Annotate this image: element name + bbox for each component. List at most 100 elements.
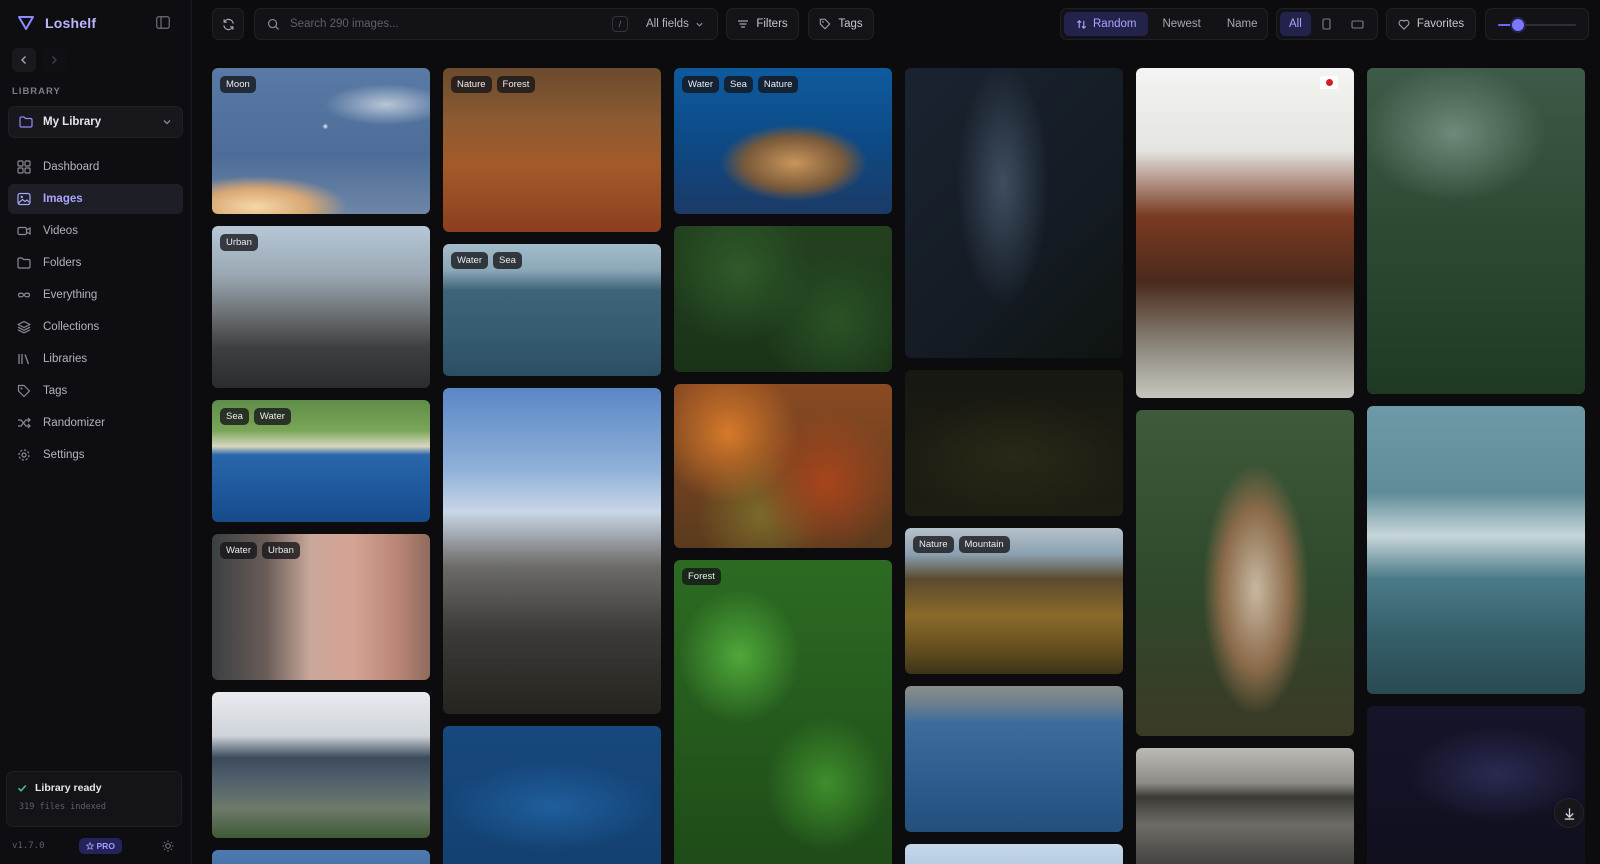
tag-chip[interactable]: Water: [220, 542, 257, 559]
sort-name[interactable]: Name: [1215, 12, 1270, 36]
main-area: / All fields Filters Tags Random Ne: [192, 0, 1600, 864]
orientation-landscape[interactable]: [1342, 12, 1373, 36]
tag-chip[interactable]: Sea: [220, 408, 249, 425]
check-icon: [17, 784, 27, 792]
sidebar-item-everything[interactable]: Everything: [8, 280, 183, 310]
image-tile[interactable]: Forest: [674, 560, 892, 864]
japan-flag-icon: [1320, 76, 1338, 89]
image-tile[interactable]: [905, 844, 1123, 864]
image-tile[interactable]: Urban: [212, 226, 430, 388]
image-tile[interactable]: Water Urban: [212, 534, 430, 680]
tag-icon: [17, 384, 31, 398]
tag-icon: [820, 18, 831, 30]
back-button[interactable]: [12, 48, 36, 72]
search-input[interactable]: [290, 18, 600, 30]
image-tile[interactable]: [1367, 706, 1585, 864]
tag-chip[interactable]: Mountain: [958, 536, 1010, 553]
filters-label: Filters: [756, 18, 788, 30]
tag-chip[interactable]: Urban: [220, 234, 258, 251]
sidebar-toggle-icon[interactable]: [156, 16, 172, 30]
sidebar-item-tags[interactable]: Tags: [8, 376, 183, 406]
library-select[interactable]: My Library: [8, 106, 183, 138]
sidebar-item-dashboard[interactable]: Dashboard: [8, 152, 183, 182]
sidebar-footer: v1.7.0 PRO: [12, 838, 176, 854]
tag-chip[interactable]: Moon: [220, 76, 256, 93]
tag-chip[interactable]: Sea: [492, 252, 522, 269]
tag-chip[interactable]: Nature: [451, 76, 492, 93]
image-tile[interactable]: [443, 726, 661, 864]
image-tile[interactable]: [1367, 68, 1585, 394]
image-tile[interactable]: Sea Water: [212, 400, 430, 522]
image-tile[interactable]: [1367, 406, 1585, 694]
sidebar-item-settings[interactable]: Settings: [8, 440, 183, 470]
tag-chip[interactable]: Nature: [757, 76, 799, 93]
orientation-portrait[interactable]: [1313, 12, 1340, 36]
tile-tags: Water Urban: [220, 542, 300, 559]
image-tile[interactable]: [1136, 68, 1354, 398]
sidebar-item-label: Randomizer: [43, 417, 105, 429]
search-bar: / All fields: [254, 8, 718, 40]
search-field-select[interactable]: All fields: [646, 18, 704, 30]
chevron-right-icon: [52, 56, 57, 64]
image-tile[interactable]: Water Sea Nature: [674, 68, 892, 214]
image-tile[interactable]: [674, 226, 892, 372]
sidebar-item-label: Dashboard: [43, 161, 100, 173]
sidebar-item-folders[interactable]: Folders: [8, 248, 183, 278]
thumbnail-size-control: [1485, 8, 1589, 40]
image-tile[interactable]: Water Sea: [443, 244, 661, 376]
chevron-down-icon: [696, 22, 703, 27]
sort-segmented: Random Newest Name: [1060, 8, 1268, 40]
tag-chip[interactable]: Water: [682, 76, 719, 93]
tile-tags: Moon: [220, 76, 256, 93]
sidebar-item-randomizer[interactable]: Randomizer: [8, 408, 183, 438]
sort-name-label: Name: [1226, 18, 1258, 30]
sidebar-item-images[interactable]: Images: [8, 184, 183, 214]
dashboard-icon: [17, 160, 31, 174]
image-tile[interactable]: [212, 692, 430, 838]
sidebar-item-videos[interactable]: Videos: [8, 216, 183, 246]
tag-chip[interactable]: Nature: [913, 536, 954, 553]
orientation-all-label: All: [1289, 18, 1302, 30]
filters-button[interactable]: Filters: [726, 8, 799, 40]
image-gallery: Moon Urban Sea Water Water Urban Nature Forest W…: [212, 68, 1600, 864]
tag-chip[interactable]: Water: [451, 252, 488, 269]
infinity-icon: [17, 292, 31, 298]
sidebar: Loshelf LIBRARY My Library Dashboard Ima…: [0, 0, 192, 864]
heart-icon: [1398, 19, 1410, 30]
sidebar-item-libraries[interactable]: Libraries: [8, 344, 183, 374]
pro-badge[interactable]: PRO: [78, 838, 122, 854]
image-tile[interactable]: [905, 370, 1123, 516]
tile-tags: Nature Mountain: [913, 536, 1010, 553]
image-icon: [17, 192, 31, 206]
forward-button[interactable]: [42, 48, 66, 72]
tag-chip[interactable]: Forest: [682, 568, 721, 585]
orientation-all[interactable]: All: [1280, 12, 1311, 36]
image-tile[interactable]: Nature Forest: [443, 68, 661, 232]
image-tile[interactable]: [443, 388, 661, 714]
app-name: Loshelf: [45, 15, 97, 31]
scroll-download-button[interactable]: [1554, 798, 1584, 828]
toolbar: / All fields Filters Tags Random Ne: [192, 0, 1600, 48]
image-tile[interactable]: Moon: [212, 68, 430, 214]
image-tile[interactable]: [1136, 748, 1354, 864]
tag-chip[interactable]: Water: [253, 408, 291, 425]
slider-thumb[interactable]: [1511, 19, 1524, 31]
tag-chip[interactable]: Sea: [723, 76, 753, 93]
image-tile[interactable]: Nature Mountain: [905, 528, 1123, 674]
sort-random[interactable]: Random: [1064, 12, 1149, 36]
tag-chip[interactable]: Forest: [496, 76, 536, 93]
tags-button[interactable]: Tags: [808, 8, 874, 40]
image-tile[interactable]: [212, 850, 430, 864]
image-tile[interactable]: [674, 384, 892, 548]
theme-toggle-icon[interactable]: [162, 839, 176, 853]
sort-newest[interactable]: Newest: [1150, 12, 1212, 36]
refresh-button[interactable]: [212, 8, 244, 40]
image-tile[interactable]: [905, 686, 1123, 832]
favorites-button[interactable]: Favorites: [1386, 8, 1476, 40]
thumbnail-size-slider[interactable]: [1498, 19, 1576, 31]
tag-chip[interactable]: Urban: [261, 542, 300, 559]
image-tile[interactable]: [905, 68, 1123, 358]
image-tile[interactable]: [1136, 410, 1354, 736]
sidebar-item-collections[interactable]: Collections: [8, 312, 183, 342]
tile-tags: Urban: [220, 234, 258, 251]
